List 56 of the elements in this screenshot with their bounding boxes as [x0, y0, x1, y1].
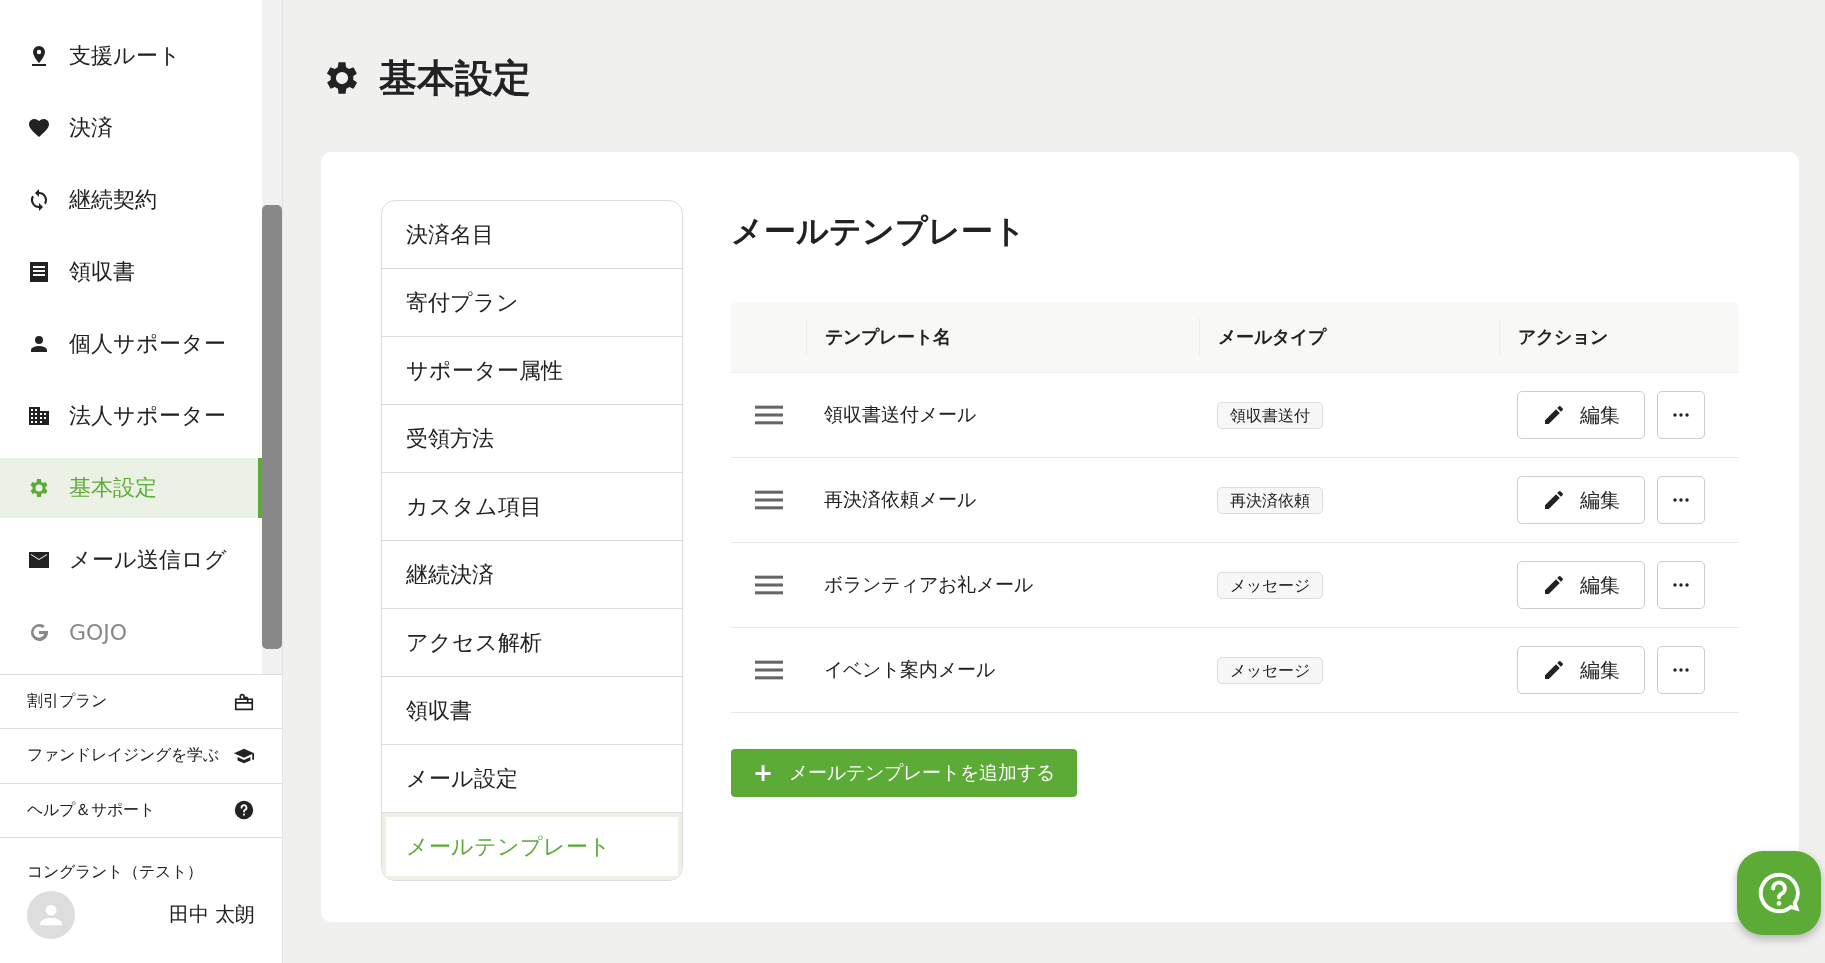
mail-type-tag: メッセージ — [1217, 657, 1323, 684]
heart-icon — [27, 116, 51, 140]
edit-button[interactable]: 編集 — [1517, 476, 1645, 524]
help-icon — [233, 799, 255, 822]
edit-button[interactable]: 編集 — [1517, 646, 1645, 694]
settings-menu-item[interactable]: 受領方法 — [382, 405, 682, 473]
building-icon — [27, 404, 51, 428]
sidebar-link[interactable]: ヘルプ＆サポート — [0, 783, 282, 838]
pencil-icon — [1542, 573, 1566, 597]
page-title: 基本設定 — [379, 54, 531, 102]
scrollbar[interactable] — [262, 0, 282, 674]
settings-menu-item[interactable]: 領収書 — [382, 677, 682, 745]
column-header: メールタイプ — [1218, 325, 1326, 349]
mail-type-tag: 再決済依頼 — [1217, 487, 1323, 514]
section-title: メールテンプレート — [731, 211, 1027, 252]
user-name: 田中 太朗 — [168, 901, 255, 929]
more-button[interactable] — [1657, 646, 1705, 694]
pencil-icon — [1542, 403, 1566, 427]
sidebar-link[interactable]: 割引プラン — [0, 675, 282, 730]
sidebar-item[interactable]: 法人サポーター — [0, 386, 262, 446]
template-name: 再決済依頼メール — [824, 488, 976, 510]
more-button[interactable] — [1657, 476, 1705, 524]
more-button[interactable] — [1657, 391, 1705, 439]
edit-button[interactable]: 編集 — [1517, 391, 1645, 439]
sidebar-item[interactable]: 領収書 — [0, 242, 262, 302]
mail-type-tag: メッセージ — [1217, 572, 1323, 599]
template-name: ボランティアお礼メール — [824, 573, 1033, 595]
more-button[interactable] — [1657, 561, 1705, 609]
settings-menu-item[interactable]: サポーター属性 — [382, 337, 682, 405]
organization-name: コングラント（テスト） — [27, 862, 204, 883]
sidebar-item[interactable]: 継続契約 — [0, 170, 262, 230]
help-chat-button[interactable] — [1737, 851, 1821, 935]
sidebar-link[interactable]: ファンドレイジングを学ぶ — [0, 729, 282, 784]
settings-menu-item[interactable]: 寄付プラン — [382, 269, 682, 337]
pencil-icon — [1542, 658, 1566, 682]
settings-menu-item[interactable]: アクセス解析 — [382, 609, 682, 677]
ellipsis-icon — [1673, 668, 1689, 672]
template-name: 領収書送付メール — [824, 403, 976, 425]
column-header: アクション — [1518, 325, 1608, 349]
sidebar-item[interactable]: 個人サポーター — [0, 314, 262, 374]
mail-type-tag: 領収書送付 — [1217, 402, 1323, 429]
ellipsis-icon — [1673, 413, 1689, 417]
settings-menu-item[interactable]: メール設定 — [382, 745, 682, 813]
ellipsis-icon — [1673, 498, 1689, 502]
pencil-icon — [1542, 488, 1566, 512]
sidebar-item[interactable]: 支援ルート — [0, 26, 262, 86]
settings-menu-item[interactable]: 決済名目 — [382, 201, 682, 269]
settings-menu-item[interactable]: 継続決済 — [382, 541, 682, 609]
sidebar-item[interactable]: メール送信ログ — [0, 530, 262, 590]
settings-menu-item[interactable]: カスタム項目 — [382, 473, 682, 541]
sidebar-item[interactable]: 決済 — [0, 98, 262, 158]
edit-button[interactable]: 編集 — [1517, 561, 1645, 609]
ellipsis-icon — [1673, 583, 1689, 587]
template-name: イベント案内メール — [824, 658, 995, 680]
receipt-icon — [27, 260, 51, 284]
column-header: テンプレート名 — [825, 325, 951, 349]
